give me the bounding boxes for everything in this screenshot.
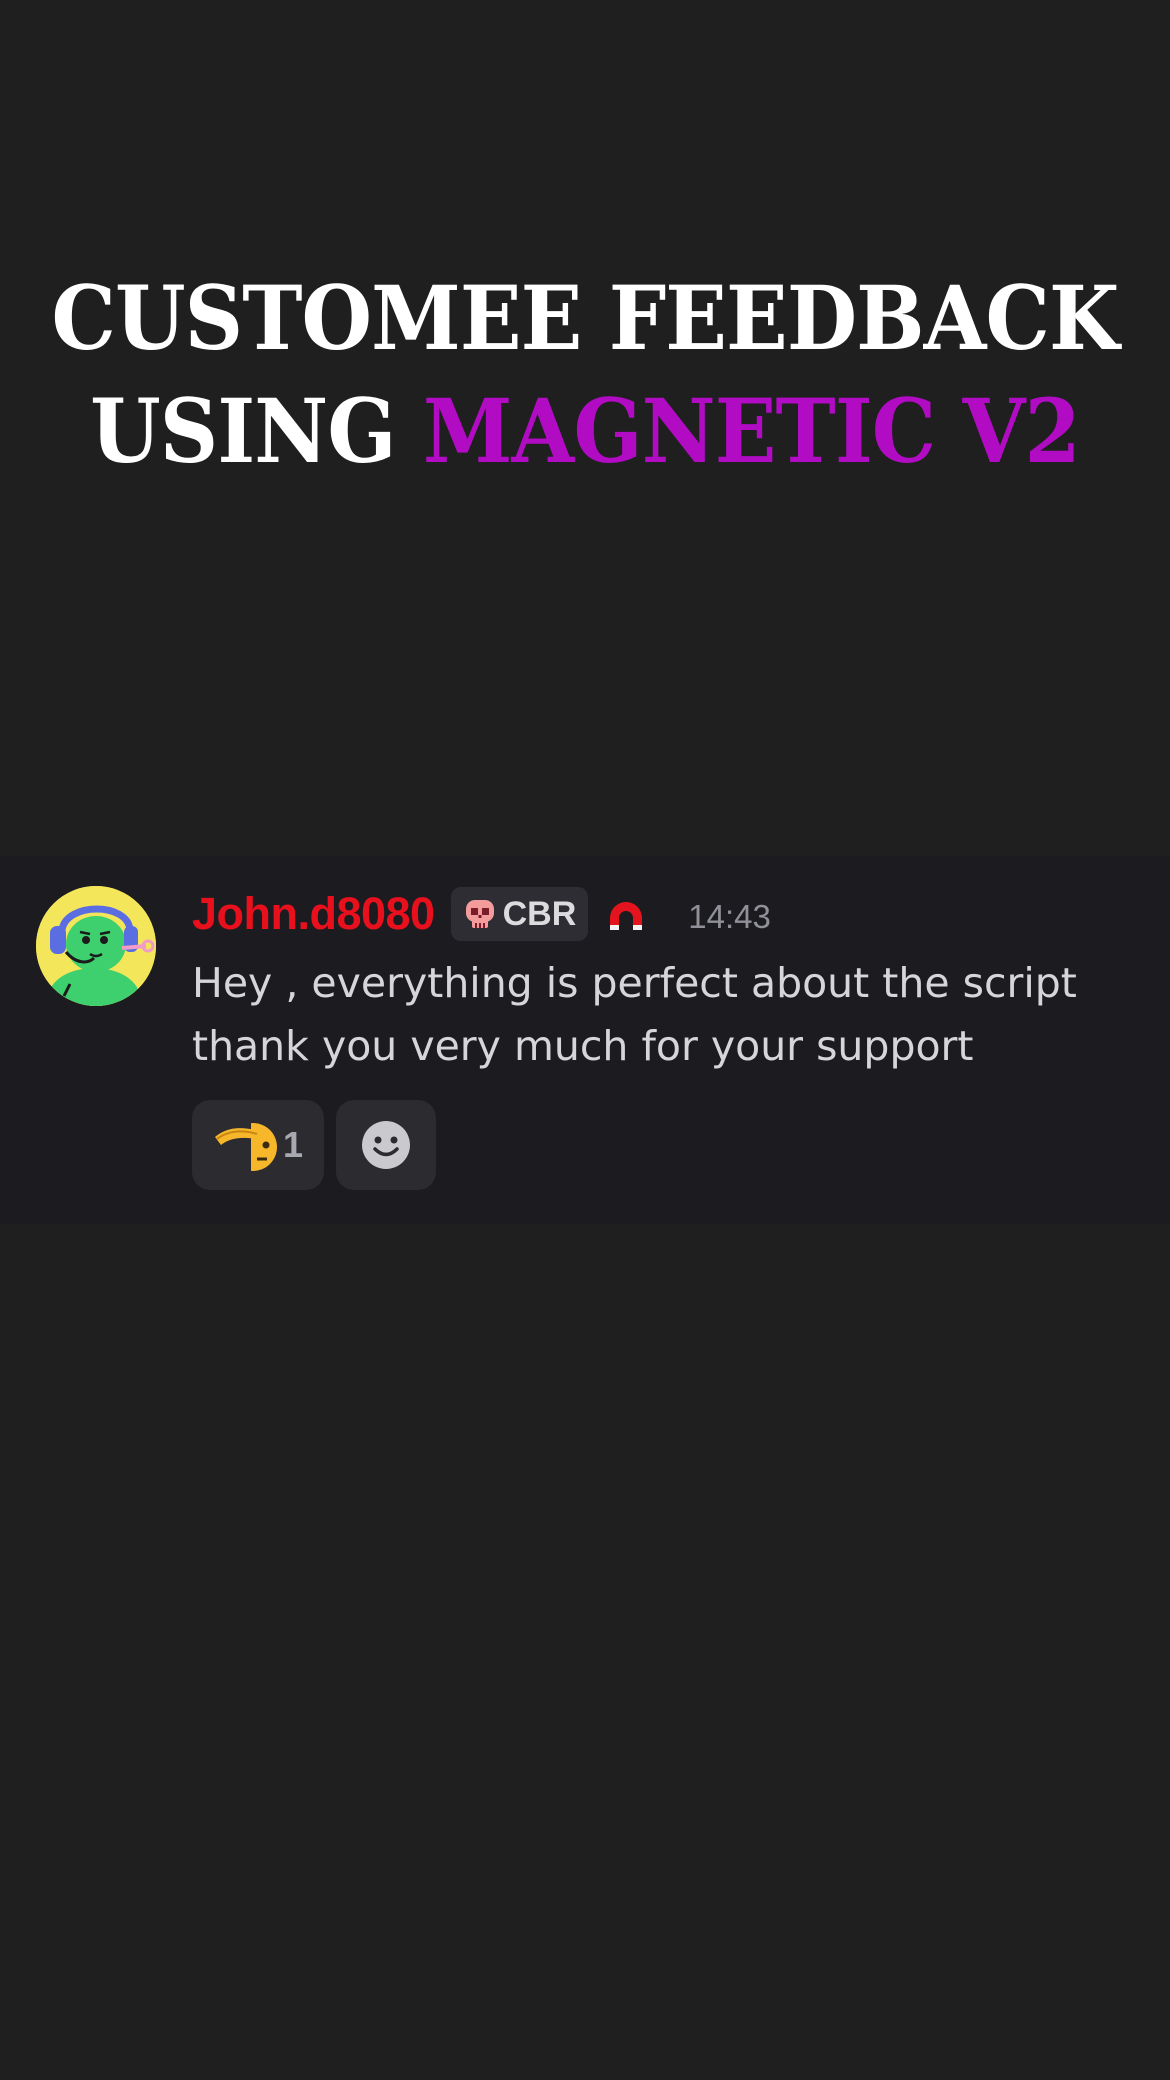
add-reaction-smiley-icon — [362, 1121, 410, 1169]
timestamp: 14:43 — [688, 898, 771, 935]
headline-line-2-prefix: USING — [90, 379, 423, 483]
message-header: John.d8080 CBR 14:43 — [192, 886, 771, 942]
headline: CUSTOMEE FEEDBACK USING MAGNETIC V2 — [47, 262, 1123, 488]
message-text-line-2: thank you very much for your support — [192, 1022, 974, 1070]
reaction-count: 1 — [282, 1124, 304, 1165]
server-tag[interactable]: CBR — [450, 887, 589, 941]
avatar[interactable] — [36, 886, 156, 1006]
chat-message: John.d8080 CBR 14:43 Hey , everything is… — [0, 856, 1170, 1224]
message-text-line-1: Hey , everything is perfect about the sc… — [192, 959, 1077, 1007]
message-text: Hey , everything is perfect about the sc… — [192, 952, 1132, 1078]
salute-emoji-icon — [214, 1123, 277, 1171]
server-tag-label: CBR — [502, 894, 577, 933]
headline-line-1: CUSTOMEE FEEDBACK — [51, 266, 1119, 370]
reactions: 1 — [192, 1100, 436, 1190]
skull-icon — [465, 900, 494, 928]
add-reaction-button[interactable] — [336, 1100, 436, 1190]
username[interactable]: John.d8080 — [192, 888, 435, 940]
magnet-icon — [610, 902, 643, 930]
avatar-icon — [36, 886, 156, 1006]
headline-line-2: USING MAGNETIC V2 — [47, 375, 1123, 488]
headline-accent: MAGNETIC V2 — [422, 379, 1081, 483]
reaction-salute[interactable]: 1 — [192, 1100, 324, 1190]
